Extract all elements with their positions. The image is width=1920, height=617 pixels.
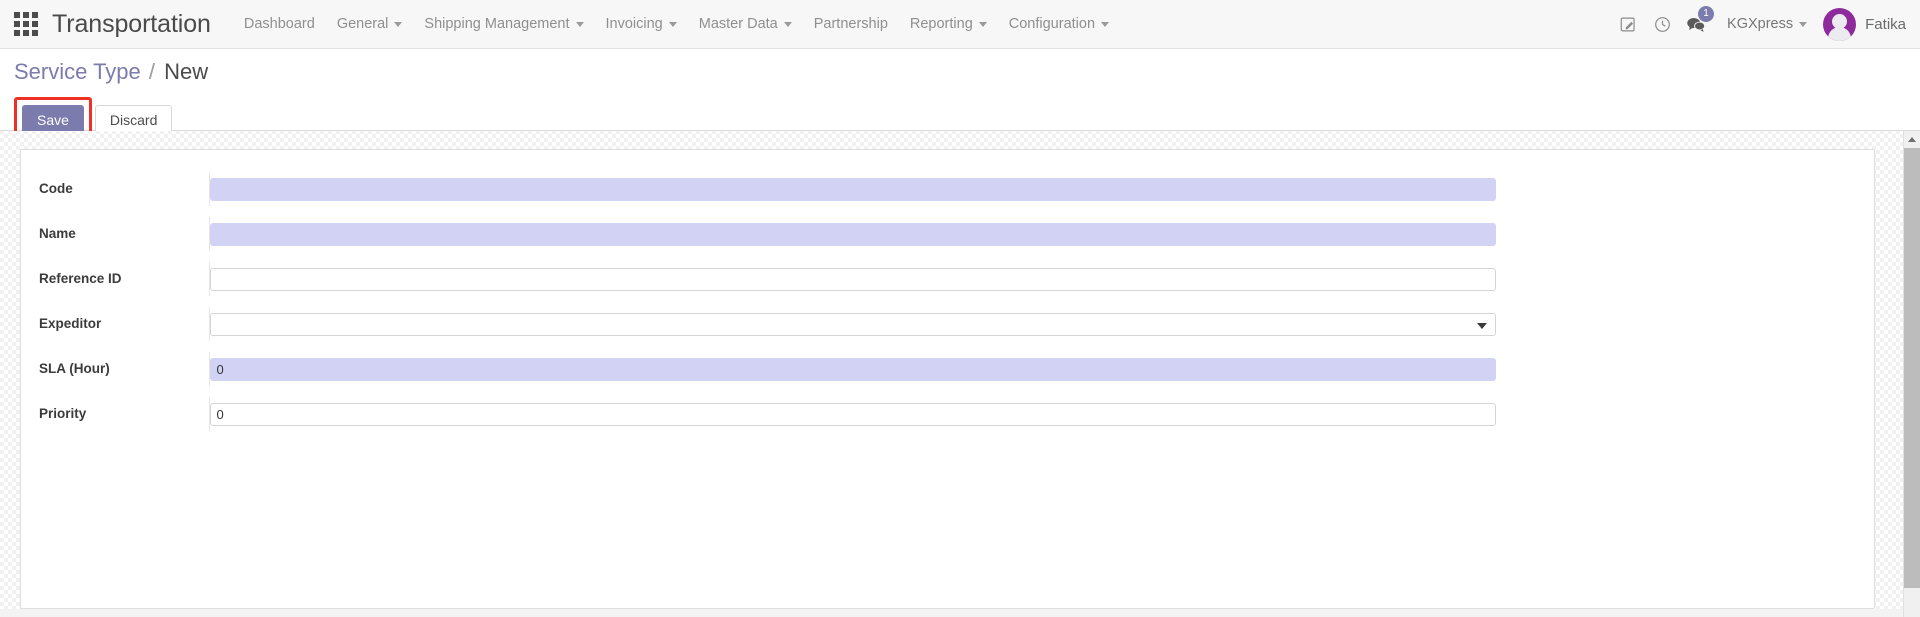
menu-item-label: Master Data (698, 16, 778, 32)
scrollbar-up-button[interactable] (1904, 131, 1920, 148)
label-cell: Name (39, 217, 210, 251)
chevron-down-icon (575, 21, 584, 27)
form-fields-table: Code Name Reference ID Expeditor SLA (Ho… (39, 172, 1860, 431)
field-label-sla-hour: SLA (Hour) (39, 361, 110, 376)
menu-item-configuration[interactable]: Configuration (998, 0, 1120, 49)
chevron-up-icon (1908, 137, 1916, 142)
main-menu: Dashboard General Shipping Management In… (233, 0, 1120, 49)
apps-menu-button[interactable] (0, 0, 52, 49)
form-inner: Code Name Reference ID Expeditor SLA (Ho… (21, 150, 1874, 431)
chevron-down-icon (1101, 21, 1110, 27)
field-label-priority: Priority (39, 406, 87, 421)
chevron-down-icon (978, 21, 987, 27)
top-navbar: Transportation Dashboard General Shippin… (0, 0, 1920, 49)
sla-hour-input[interactable] (209, 357, 1496, 381)
menu-item-label: Configuration (1008, 16, 1096, 32)
menu-item-label: Invoicing (605, 16, 663, 32)
input-cell (209, 397, 1860, 431)
chevron-down-icon (394, 21, 403, 27)
input-cell (209, 262, 1860, 296)
menu-item-label: Partnership (813, 16, 888, 32)
form-row-priority: Priority (39, 397, 1860, 431)
form-row-expeditor: Expeditor (39, 307, 1860, 341)
scrollbar-thumb[interactable] (1904, 148, 1920, 588)
reference-id-input[interactable] (209, 267, 1496, 291)
row-spacer (39, 206, 1860, 217)
chevron-down-icon (1799, 21, 1808, 27)
input-cell (209, 217, 1860, 251)
menu-item-reporting[interactable]: Reporting (899, 0, 998, 49)
menu-item-shipping-management[interactable]: Shipping Management (413, 0, 594, 49)
menu-item-partnership[interactable]: Partnership (803, 0, 899, 49)
field-label-code: Code (39, 181, 73, 196)
field-label-reference-id: Reference ID (39, 271, 122, 286)
code-input[interactable] (209, 177, 1496, 201)
menu-item-label: Reporting (909, 16, 973, 32)
form-row-sla-hour: SLA (Hour) (39, 352, 1860, 386)
menu-item-master-data[interactable]: Master Data (688, 0, 803, 49)
chat-bubbles-icon[interactable]: 1 (1679, 0, 1715, 49)
menu-item-invoicing[interactable]: Invoicing (595, 0, 688, 49)
messages-count-badge: 1 (1698, 5, 1715, 22)
form-row-reference-id: Reference ID (39, 262, 1860, 296)
input-cell (209, 307, 1860, 341)
input-cell (209, 172, 1860, 206)
expeditor-select[interactable] (209, 312, 1496, 336)
form-row-name: Name (39, 217, 1860, 251)
form-sheet: Code Name Reference ID Expeditor SLA (Ho… (20, 149, 1875, 609)
vertical-scrollbar[interactable] (1903, 131, 1920, 617)
edit-pencil-icon[interactable] (1611, 0, 1645, 49)
navbar-right-group: 1 KGXpress Fatika (1611, 0, 1920, 49)
avatar-body-shape (1828, 26, 1852, 41)
apps-grid-icon (14, 12, 38, 36)
bottom-filler (0, 609, 1903, 617)
label-cell: Reference ID (39, 262, 210, 296)
breadcrumb-parent[interactable]: Service Type (14, 59, 141, 84)
expeditor-select-wrapper (209, 312, 1496, 336)
chevron-down-icon (668, 21, 677, 27)
menu-item-dashboard[interactable]: Dashboard (233, 0, 326, 49)
breadcrumb: Service Type / New (14, 59, 208, 85)
name-input[interactable] (209, 222, 1496, 246)
clock-icon[interactable] (1645, 0, 1679, 49)
priority-input[interactable] (209, 402, 1496, 426)
menu-item-label: General (336, 16, 389, 32)
company-label: KGXpress (1727, 16, 1794, 32)
row-spacer (39, 386, 1860, 397)
menu-item-label: Shipping Management (424, 16, 570, 32)
row-spacer (39, 251, 1860, 262)
company-switcher[interactable]: KGXpress (1727, 16, 1808, 32)
breadcrumb-current: New (164, 59, 209, 84)
form-row-code: Code (39, 172, 1860, 206)
user-avatar-icon[interactable] (1823, 7, 1857, 41)
label-cell: Priority (39, 397, 210, 431)
user-menu[interactable]: Fatika (1865, 16, 1906, 33)
row-spacer (39, 341, 1860, 352)
content-area: Code Name Reference ID Expeditor SLA (Ho… (0, 131, 1920, 617)
chevron-down-icon (783, 21, 792, 27)
control-panel: Service Type / New Save Discard (0, 49, 1920, 144)
label-cell: Expeditor (39, 307, 210, 341)
menu-item-label: Dashboard (243, 16, 315, 32)
menu-item-general[interactable]: General (326, 0, 414, 49)
row-spacer (39, 296, 1860, 307)
field-label-expeditor: Expeditor (39, 316, 102, 331)
input-cell (209, 352, 1860, 386)
label-cell: Code (39, 172, 210, 206)
breadcrumb-separator: / (148, 59, 156, 84)
field-label-name: Name (39, 226, 76, 241)
app-brand-title[interactable]: Transportation (52, 10, 211, 39)
label-cell: SLA (Hour) (39, 352, 210, 386)
